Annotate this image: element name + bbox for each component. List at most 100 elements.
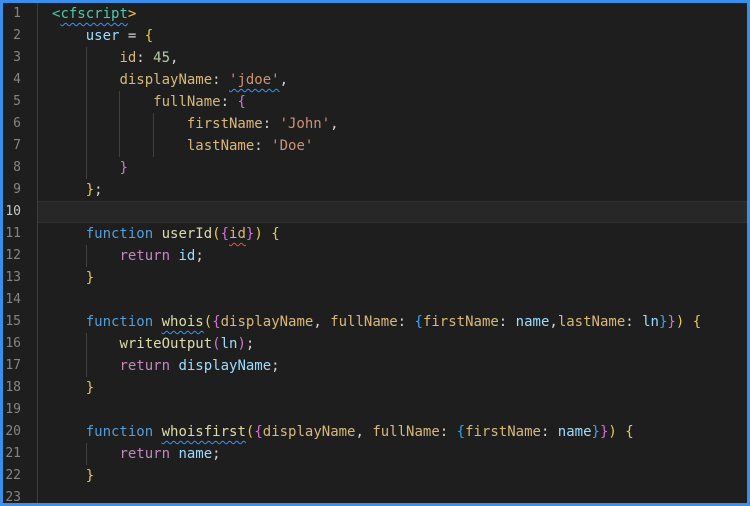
code-token: id: [229, 226, 246, 242]
code-line-3[interactable]: 3 id: 45,: [3, 47, 747, 69]
code-line-19[interactable]: 19: [3, 399, 747, 421]
code-content: }: [37, 157, 747, 179]
line-number[interactable]: 9: [3, 179, 37, 201]
code-line-17[interactable]: 17 return displayName;: [3, 355, 747, 377]
code-token: ,: [170, 50, 179, 66]
code-token: whoisfirst: [161, 424, 246, 440]
code-token: ;: [271, 358, 280, 374]
code-content: return id;: [37, 245, 747, 267]
code-content: }: [37, 465, 747, 487]
line-number[interactable]: 23: [3, 487, 37, 503]
code-line-14[interactable]: 14: [3, 289, 747, 311]
line-number[interactable]: 11: [3, 223, 37, 245]
code-token: function: [85, 424, 154, 440]
code-line-15[interactable]: 15 function whois({displayName, fullName…: [3, 311, 747, 333]
line-number[interactable]: 2: [3, 25, 37, 47]
code-line-12[interactable]: 12 return id;: [3, 245, 747, 267]
code-line-7[interactable]: 7 lastName: 'Doe': [3, 135, 747, 157]
line-number[interactable]: 7: [3, 135, 37, 157]
line-number[interactable]: 18: [3, 377, 37, 399]
code-token: 'John': [279, 116, 331, 132]
code-line-11[interactable]: 11 function userId({id}) {: [3, 223, 747, 245]
code-token: }: [591, 424, 600, 440]
code-line-9[interactable]: 9 };: [3, 179, 747, 201]
line-number[interactable]: 3: [3, 47, 37, 69]
indent-guide: [85, 333, 87, 355]
code-line-22[interactable]: 22 }: [3, 465, 747, 487]
code-token: }: [85, 270, 95, 286]
line-number[interactable]: 17: [3, 355, 37, 377]
code-token: firstName: [186, 116, 263, 132]
code-token: displayName: [262, 424, 356, 440]
line-number[interactable]: 14: [3, 289, 37, 311]
code-line-2[interactable]: 2 user = {: [3, 25, 747, 47]
code-line-4[interactable]: 4 displayName: 'jdoe',: [3, 69, 747, 91]
code-line-18[interactable]: 18 }: [3, 377, 747, 399]
code-token: {: [212, 314, 221, 330]
code-token: ): [254, 226, 263, 242]
code-token: ,: [549, 314, 558, 330]
code-line-16[interactable]: 16 writeOutput(ln);: [3, 333, 747, 355]
code-line-21[interactable]: 21 return name;: [3, 443, 747, 465]
code-token: fullName: [372, 424, 440, 440]
code-token: }: [85, 380, 95, 396]
line-number[interactable]: 19: [3, 399, 37, 421]
code-line-5[interactable]: 5 fullName: {: [3, 91, 747, 113]
line-number[interactable]: 8: [3, 157, 37, 179]
line-number[interactable]: 12: [3, 245, 37, 267]
code-token: {: [237, 94, 246, 110]
code-token: =: [119, 28, 145, 44]
code-token: return: [119, 358, 171, 374]
code-line-20[interactable]: 20 function whoisfirst({displayName, ful…: [3, 421, 747, 443]
indent-guide: [153, 113, 155, 135]
code-content: return displayName;: [37, 355, 747, 377]
line-number[interactable]: 15: [3, 311, 37, 333]
line-number[interactable]: 5: [3, 91, 37, 113]
line-number[interactable]: 4: [3, 69, 37, 91]
code-line-8[interactable]: 8 }: [3, 157, 747, 179]
line-number[interactable]: 22: [3, 465, 37, 487]
line-number[interactable]: 16: [3, 333, 37, 355]
code-line-23[interactable]: 23: [3, 487, 747, 503]
code-line-6[interactable]: 6 firstName: 'John',: [3, 113, 747, 135]
code-token: ;: [212, 446, 221, 462]
code-token: firstName: [422, 314, 499, 330]
code-token: :: [498, 314, 516, 330]
code-editor[interactable]: 1 <cfscript> 2 user = {3 id: 45, 4 displayN…: [3, 3, 747, 503]
code-content: }: [37, 267, 747, 289]
code-content: [37, 487, 747, 503]
code-token: :: [212, 72, 230, 88]
line-number[interactable]: 20: [3, 421, 37, 443]
code-token: fullName: [153, 94, 221, 110]
code-token: ;: [245, 336, 255, 352]
code-token: 'Doe': [271, 138, 314, 154]
code-content: user = {: [37, 25, 747, 47]
code-content: return name;: [37, 443, 747, 465]
indent-guide: [119, 113, 121, 135]
code-line-13[interactable]: 13 }: [3, 267, 747, 289]
code-line-10[interactable]: 10: [3, 201, 747, 223]
code-content: }: [37, 377, 747, 399]
line-number[interactable]: 1: [3, 3, 37, 25]
code-token: id: [119, 50, 137, 66]
indent-guide: [85, 113, 87, 135]
indent-guide: [85, 355, 87, 377]
code-token: displayName: [119, 72, 213, 88]
code-token: writeOutput: [119, 336, 213, 352]
line-number[interactable]: 21: [3, 443, 37, 465]
code-token: whois: [161, 314, 204, 330]
indent-guide: [85, 245, 87, 267]
code-token: {: [456, 424, 466, 440]
code-token: ln: [220, 336, 238, 352]
line-number[interactable]: 13: [3, 267, 37, 289]
line-number[interactable]: 6: [3, 113, 37, 135]
code-line-1[interactable]: 1 <cfscript>: [3, 3, 747, 25]
code-token: :: [254, 138, 272, 154]
line-number[interactable]: 10: [3, 201, 37, 223]
